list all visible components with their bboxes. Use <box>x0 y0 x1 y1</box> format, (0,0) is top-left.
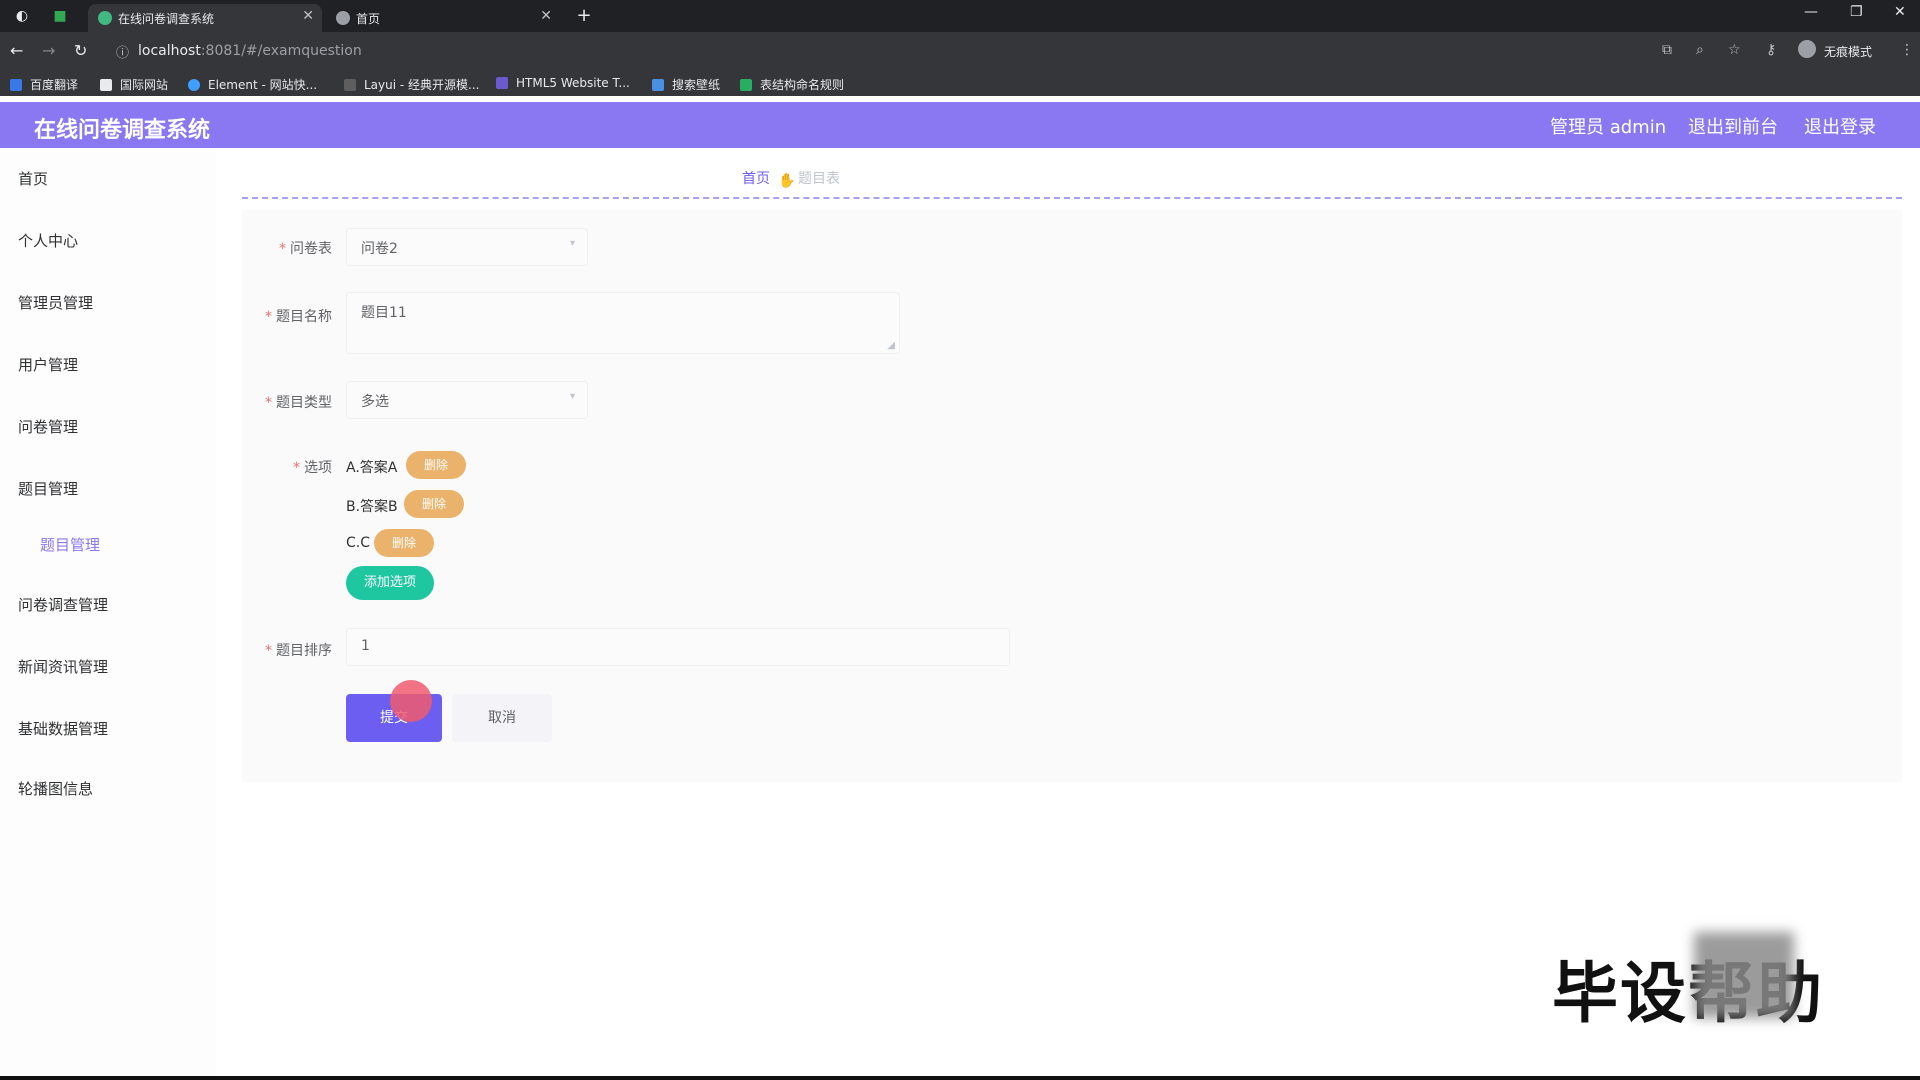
restore-icon[interactable]: ❐ <box>1850 4 1863 20</box>
info-icon: ⓘ <box>116 46 130 61</box>
question-name-textarea[interactable]: 题目11 ◢ <box>346 292 900 354</box>
add-option-button[interactable]: 添加选项 <box>346 566 434 600</box>
bookmark-item[interactable]: 国际网站 <box>100 76 168 93</box>
question-type-select[interactable]: 多选 ▾ <box>346 381 588 419</box>
html5-bookmark-icon <box>496 77 508 89</box>
tab-active[interactable]: 在线问卷调查系统 ✕ <box>88 4 322 32</box>
sidebar-item-survey-results[interactable]: 问卷调查管理 <box>18 594 108 615</box>
breadcrumb-home[interactable]: 首页 <box>742 171 770 187</box>
sidebar-item-carousel[interactable]: 轮播图信息 <box>18 778 93 799</box>
back-to-frontend-link[interactable]: 退出到前台 <box>1688 113 1778 139</box>
minimize-icon[interactable]: — <box>1804 4 1818 20</box>
address-bar[interactable]: ⓘ localhost:8081/#/examquestion <box>108 37 1648 65</box>
bookmark-item[interactable]: 表结构命名规则 <box>740 76 844 93</box>
click-cursor-indicator <box>390 680 432 722</box>
question-type-value: 多选 <box>361 394 389 410</box>
forward-icon[interactable]: → <box>42 41 55 60</box>
sidebar-item-surveys[interactable]: 问卷管理 <box>18 416 78 437</box>
bookmark-item[interactable]: 搜索壁纸 <box>652 76 720 93</box>
bookmark-star-icon[interactable]: ☆ <box>1728 42 1741 58</box>
survey-label: * 问卷表 <box>279 241 332 257</box>
breadcrumb: 首页 ✋ 题目表 <box>742 168 840 189</box>
question-name-value: 题目11 <box>361 305 407 321</box>
browser-tab-strip: ◐ ■ 在线问卷调查系统 ✕ 首页 ✕ + — ❐ ✕ <box>0 0 1920 32</box>
option-text: B.答案B <box>346 499 398 515</box>
survey-select-value: 问卷2 <box>361 241 398 257</box>
incognito-label[interactable]: 无痕模式 <box>1824 43 1872 60</box>
question-type-label: * 题目类型 <box>265 395 332 411</box>
browser-toolbar: ← → ↻ ⓘ localhost:8081/#/examquestion ⧉ … <box>0 32 1920 70</box>
sidebar-item-news[interactable]: 新闻资讯管理 <box>18 656 108 677</box>
url-host: localhost <box>138 43 201 59</box>
question-name-label: * 题目名称 <box>265 309 332 325</box>
globe-favicon-icon <box>336 11 350 25</box>
breadcrumb-divider <box>242 197 1902 199</box>
hand-separator-icon: ✋ <box>778 173 796 189</box>
bookmark-item[interactable]: Layui - 经典开源模... <box>344 76 479 93</box>
resize-handle-icon[interactable]: ◢ <box>887 340 895 351</box>
tab-close-icon[interactable]: ✕ <box>540 8 552 24</box>
bookmarks-bar: 百度翻译 国际网站 Element - 网站快... Layui - 经典开源模… <box>0 70 1920 96</box>
sidebar-item-base-data[interactable]: 基础数据管理 <box>18 718 108 739</box>
option-text: C.C <box>346 535 371 551</box>
sidebar-item-profile[interactable]: 个人中心 <box>18 230 78 251</box>
bookmark-item[interactable]: Element - 网站快... <box>188 76 317 93</box>
delete-option-button[interactable]: 删除 <box>404 490 464 518</box>
sidebar: 首页 个人中心 管理员管理 用户管理 问卷管理 题目管理 题目管理 问卷调查管理… <box>0 148 216 1080</box>
sidebar-item-questions[interactable]: 题目管理 <box>18 478 78 499</box>
chevron-down-icon: ▾ <box>569 391 575 402</box>
option-text: A.答案A <box>346 460 398 476</box>
more-menu-icon[interactable]: ⋮ <box>1900 42 1914 58</box>
bookmark-item[interactable]: 百度翻译 <box>10 76 78 93</box>
breadcrumb-current: 题目表 <box>798 171 840 187</box>
app-header: 在线问卷调查系统 管理员 admin 退出到前台 退出登录 <box>0 102 1920 148</box>
watermark-blur-patch <box>1694 932 1794 1018</box>
tab-title: 首页 <box>356 12 381 26</box>
options-label: * 选项 <box>293 460 332 476</box>
bookmark-item[interactable]: HTML5 Website T... <box>496 76 630 90</box>
new-tab-button[interactable]: + <box>574 6 594 26</box>
reload-icon[interactable]: ↻ <box>74 41 87 60</box>
close-window-icon[interactable]: ✕ <box>1894 4 1906 20</box>
tab-title: 在线问卷调查系统 <box>118 12 215 26</box>
logout-link[interactable]: 退出登录 <box>1804 113 1876 139</box>
app-title: 在线问卷调查系统 <box>34 118 211 143</box>
sidebar-item-home[interactable]: 首页 <box>18 168 48 189</box>
question-order-input[interactable]: 1 <box>346 628 1010 666</box>
tab-search-icon[interactable]: ■ <box>50 6 70 26</box>
sidebar-item-users[interactable]: 用户管理 <box>18 354 78 375</box>
sidebar-subitem-questions[interactable]: 题目管理 <box>40 534 100 555</box>
tab-inactive[interactable]: 首页 ✕ <box>326 4 560 32</box>
back-icon[interactable]: ← <box>10 41 23 60</box>
translate-bookmark-icon <box>10 79 22 91</box>
sidebar-item-admins[interactable]: 管理员管理 <box>18 292 93 313</box>
incognito-avatar-icon[interactable] <box>1798 40 1816 58</box>
admin-label: 管理员 admin <box>1550 117 1667 138</box>
layui-bookmark-icon <box>344 79 356 91</box>
table-bookmark-icon <box>740 79 752 91</box>
tab-close-icon[interactable]: ✕ <box>302 8 314 24</box>
survey-select[interactable]: 问卷2 ▾ <box>346 228 588 266</box>
question-order-label: * 题目排序 <box>265 643 332 659</box>
browser-menu-icon[interactable]: ◐ <box>12 6 32 26</box>
zoom-icon[interactable]: ⌕ <box>1696 42 1704 58</box>
url-path: :8081/#/examquestion <box>200 43 362 59</box>
delete-option-button[interactable]: 删除 <box>374 529 434 557</box>
key-icon[interactable]: ⚷ <box>1766 42 1776 58</box>
flag-bookmark-icon <box>100 79 112 91</box>
cancel-button[interactable]: 取消 <box>452 694 552 742</box>
question-order-value: 1 <box>361 638 370 654</box>
delete-option-button[interactable]: 删除 <box>406 451 466 479</box>
vue-favicon-icon <box>98 11 112 25</box>
translate-icon[interactable]: ⧉ <box>1662 42 1672 58</box>
chevron-down-icon: ▾ <box>569 238 575 249</box>
bottom-edge <box>0 1076 1920 1080</box>
wallpaper-bookmark-icon <box>652 79 664 91</box>
element-bookmark-icon <box>188 79 200 91</box>
